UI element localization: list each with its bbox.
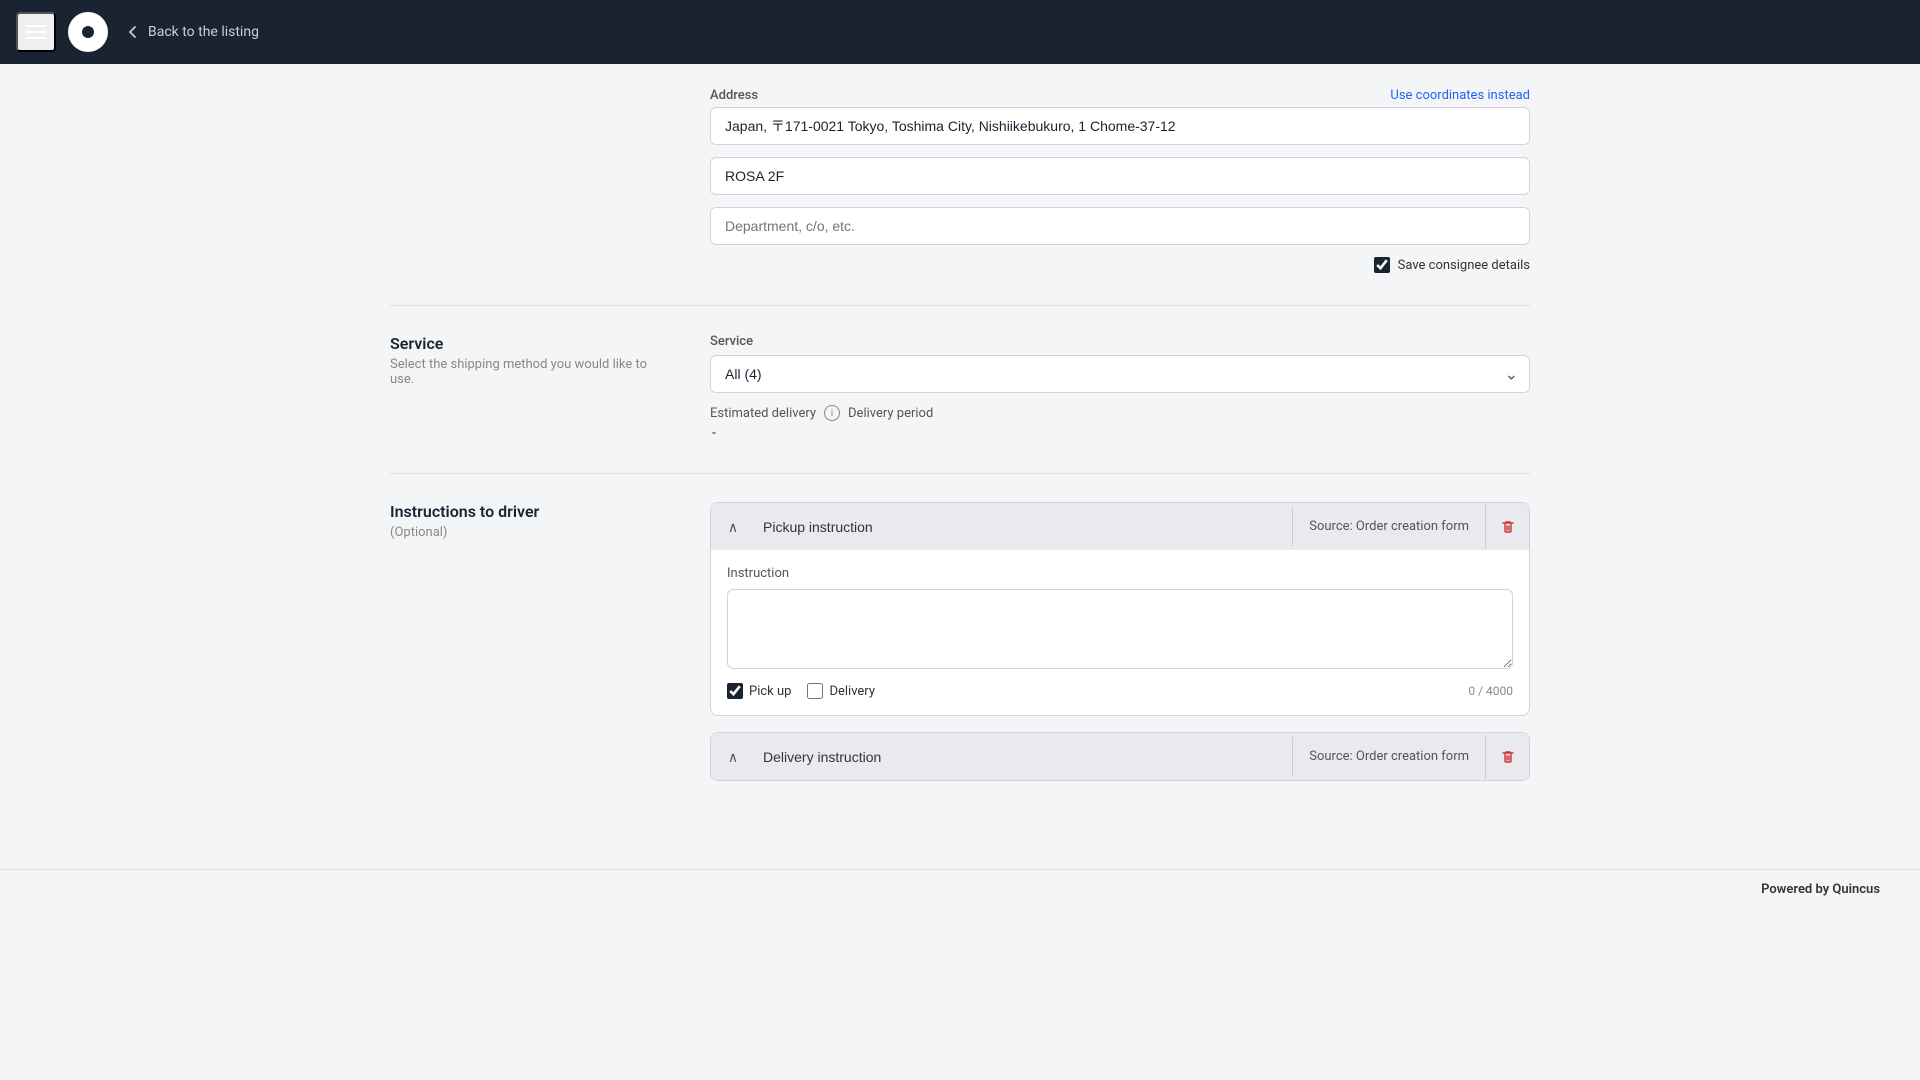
- pickup-checkboxes: Pick up Delivery: [727, 683, 875, 699]
- delivery-period-label: Delivery period: [848, 406, 933, 421]
- pickup-checkbox[interactable]: [727, 683, 743, 699]
- chevron-up-icon-2: [728, 747, 738, 766]
- back-arrow-icon: [124, 23, 142, 41]
- delivery-source-label: Source: Order creation form: [1292, 737, 1485, 776]
- save-consignee-checkbox[interactable]: [1374, 257, 1390, 273]
- estimated-delivery-label: Estimated delivery: [710, 406, 816, 421]
- pickup-instruction-title-input[interactable]: [755, 507, 1292, 547]
- instruction-label: Instruction: [727, 566, 1513, 581]
- back-button[interactable]: Back to the listing: [124, 23, 259, 41]
- service-section-label: Service Select the shipping method you w…: [390, 334, 670, 441]
- menu-button[interactable]: [16, 12, 56, 52]
- main-content: Address Use coordinates instead Save con…: [0, 64, 1920, 1080]
- instructions-label-col: Instructions to driver (Optional): [390, 502, 670, 797]
- logo: [68, 12, 108, 52]
- service-section: Service Select the shipping method you w…: [390, 334, 1530, 441]
- delivery-instruction-card: Source: Order creation form: [710, 732, 1530, 781]
- address-line2-input[interactable]: [710, 157, 1530, 195]
- service-label: Service: [710, 334, 1530, 349]
- pickup-card-footer: Pick up Delivery 0 / 4000: [727, 683, 1513, 699]
- powered-by-text: Powered by: [1761, 882, 1829, 897]
- pickup-delete-button[interactable]: [1485, 505, 1529, 549]
- trash-icon-2: [1500, 749, 1516, 765]
- pickup-checkbox-item: Pick up: [727, 683, 791, 699]
- address-fields: Address Use coordinates instead Save con…: [710, 88, 1530, 273]
- delivery-chevron-button[interactable]: [711, 733, 755, 780]
- instructions-subtitle: (Optional): [390, 525, 670, 540]
- service-select-wrapper: All (4) ⌄: [710, 355, 1530, 393]
- service-title: Service: [390, 334, 670, 353]
- save-consignee-label: Save consignee details: [1398, 258, 1530, 273]
- pickup-instruction-textarea[interactable]: [727, 589, 1513, 669]
- pickup-source-label: Source: Order creation form: [1292, 507, 1485, 546]
- delivery-value: -: [710, 425, 1530, 441]
- delivery-checkbox[interactable]: [807, 683, 823, 699]
- brand-name: Quincus: [1832, 882, 1880, 897]
- instructions-fields: Source: Order creation form Instruction: [710, 502, 1530, 797]
- address-section: Address Use coordinates instead Save con…: [390, 88, 1530, 273]
- powered-by: Powered by Quincus: [1761, 882, 1880, 897]
- address-section-label: [390, 88, 670, 273]
- chevron-up-icon: [728, 517, 738, 536]
- delivery-card-header: Source: Order creation form: [711, 733, 1529, 780]
- delivery-checkbox-item: Delivery: [807, 683, 875, 699]
- pickup-card-body: Instruction Pick up Delivery: [711, 550, 1529, 715]
- info-icon: i: [824, 405, 840, 421]
- delivery-info-row: Estimated delivery i Delivery period: [710, 405, 1530, 421]
- service-subtitle: Select the shipping method you would lik…: [390, 357, 670, 387]
- hamburger-icon: [26, 25, 46, 39]
- topbar: Back to the listing: [0, 0, 1920, 64]
- delivery-instruction-title-input[interactable]: [755, 737, 1292, 777]
- address-label: Address: [710, 88, 758, 103]
- service-fields: Service All (4) ⌄ Estimated delivery i D…: [710, 334, 1530, 441]
- pickup-chevron-button[interactable]: [711, 503, 755, 550]
- char-count-label: 0 / 4000: [1468, 684, 1513, 698]
- back-label: Back to the listing: [148, 24, 259, 40]
- use-coordinates-link[interactable]: Use coordinates instead: [1390, 88, 1530, 103]
- address-line1-input[interactable]: [710, 107, 1530, 145]
- pickup-card-header: Source: Order creation form: [711, 503, 1529, 550]
- service-select[interactable]: All (4): [710, 355, 1530, 393]
- instructions-section: Instructions to driver (Optional) Source…: [390, 502, 1530, 797]
- address-line3-input[interactable]: [710, 207, 1530, 245]
- instructions-title: Instructions to driver: [390, 502, 670, 521]
- footer-bar: Powered by Quincus: [0, 869, 1920, 909]
- delivery-delete-button[interactable]: [1485, 735, 1529, 779]
- trash-icon: [1500, 519, 1516, 535]
- pickup-checkbox-label: Pick up: [749, 684, 791, 699]
- pickup-instruction-card: Source: Order creation form Instruction: [710, 502, 1530, 716]
- delivery-checkbox-label: Delivery: [829, 684, 875, 699]
